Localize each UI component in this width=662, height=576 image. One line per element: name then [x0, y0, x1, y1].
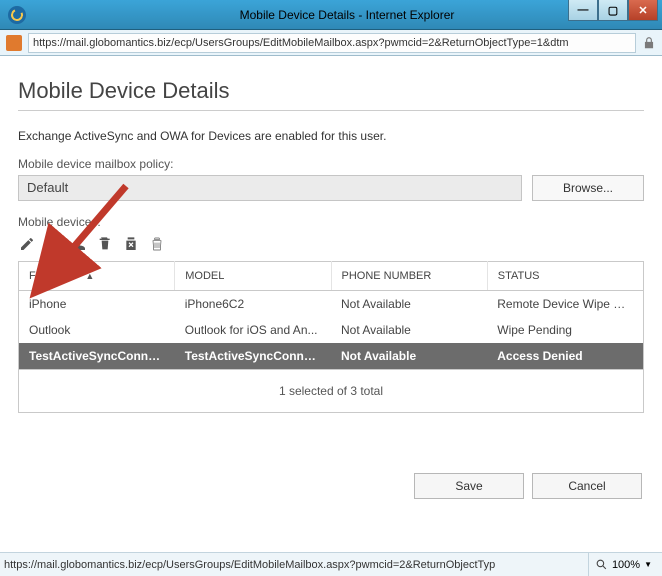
cell-phone: Not Available [331, 291, 487, 318]
policy-label: Mobile device mailbox policy: [18, 157, 644, 171]
site-favicon [6, 35, 22, 51]
delete-icon[interactable] [148, 235, 166, 253]
edit-icon[interactable] [18, 235, 36, 253]
browse-button[interactable]: Browse... [532, 175, 644, 201]
table-footer: 1 selected of 3 total [18, 370, 644, 413]
allow-user-icon[interactable] [70, 235, 88, 253]
policy-input[interactable]: Default [18, 175, 522, 201]
zoom-value: 100% [612, 559, 640, 571]
device-toolbar [18, 233, 644, 255]
cell-phone: Not Available [331, 343, 487, 370]
table-row[interactable]: OutlookOutlook for iOS and An...Not Avai… [19, 317, 644, 343]
cell-status: Access Denied [487, 343, 643, 370]
window-maximize-button[interactable]: ▢ [598, 0, 628, 21]
cancel-button[interactable]: Cancel [532, 473, 642, 499]
zoom-control[interactable]: 100% ▼ [588, 553, 658, 576]
cell-model: TestActiveSyncConnect... [175, 343, 331, 370]
page-heading: Mobile Device Details [18, 78, 644, 104]
device-table: FAMILY▲ MODEL PHONE NUMBER STATUS iPhone… [18, 261, 644, 370]
col-phone[interactable]: PHONE NUMBER [331, 262, 487, 291]
table-header-row: FAMILY▲ MODEL PHONE NUMBER STATUS [19, 262, 644, 291]
window-close-button[interactable]: ✕ [628, 0, 658, 21]
cell-family: iPhone [19, 291, 175, 318]
page-content: Mobile Device Details Exchange ActiveSyn… [0, 56, 662, 509]
cell-family: TestActiveSyncConnect... [19, 343, 175, 370]
save-button[interactable]: Save [414, 473, 524, 499]
address-bar: https://mail.globomantics.biz/ecp/UsersG… [0, 30, 662, 56]
url-input[interactable]: https://mail.globomantics.biz/ecp/UsersG… [28, 33, 636, 53]
lock-icon [642, 36, 656, 50]
cell-model: Outlook for iOS and An... [175, 317, 331, 343]
devices-label: Mobile devices: [18, 215, 644, 229]
table-row[interactable]: TestActiveSyncConnect...TestActiveSyncCo… [19, 343, 644, 370]
col-status[interactable]: STATUS [487, 262, 643, 291]
wipe-account-icon[interactable] [122, 235, 140, 253]
info-text: Exchange ActiveSync and OWA for Devices … [18, 129, 644, 143]
window-titlebar: Mobile Device Details - Internet Explore… [0, 0, 662, 30]
magnify-icon [595, 558, 608, 571]
cell-phone: Not Available [331, 317, 487, 343]
zoom-dropdown-icon: ▼ [644, 560, 652, 569]
cell-family: Outlook [19, 317, 175, 343]
sort-asc-icon: ▲ [85, 271, 94, 281]
cell-status: Remote Device Wipe Su... [487, 291, 643, 318]
cell-model: iPhone6C2 [175, 291, 331, 318]
col-family[interactable]: FAMILY▲ [19, 262, 175, 291]
table-row[interactable]: iPhoneiPhone6C2Not AvailableRemote Devic… [19, 291, 644, 318]
cell-status: Wipe Pending [487, 317, 643, 343]
wipe-device-icon[interactable] [96, 235, 114, 253]
status-bar: https://mail.globomantics.biz/ecp/UsersG… [0, 552, 662, 576]
ie-icon [8, 6, 26, 24]
status-url: https://mail.globomantics.biz/ecp/UsersG… [4, 559, 588, 571]
window-minimize-button[interactable]: — [568, 0, 598, 21]
divider [18, 110, 644, 111]
col-model[interactable]: MODEL [175, 262, 331, 291]
url-text: https://mail.globomantics.biz/ecp/UsersG… [33, 37, 569, 49]
block-user-icon[interactable] [44, 235, 62, 253]
